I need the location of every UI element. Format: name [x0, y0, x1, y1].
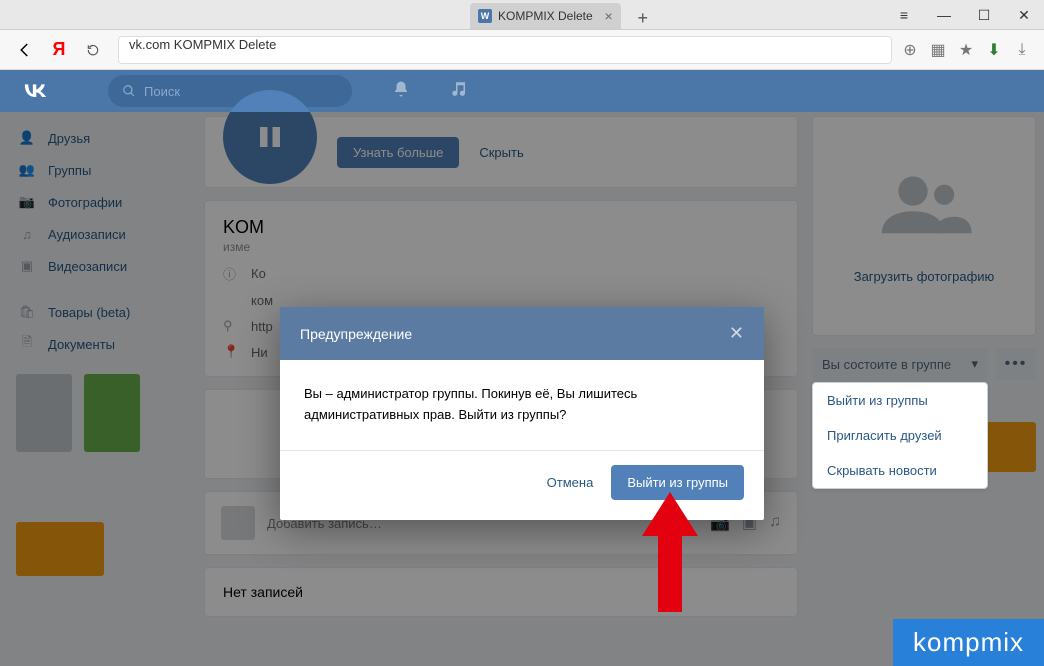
globe-icon[interactable]: ⊕: [900, 40, 920, 60]
bookmark-icon[interactable]: ★: [956, 40, 976, 60]
modal-title: Предупреждение: [300, 326, 412, 342]
close-tab-icon[interactable]: ×: [605, 8, 613, 24]
annotation-arrow: [640, 492, 700, 617]
shield-icon[interactable]: ▦: [928, 40, 948, 60]
content-area: 👤Друзья 👥Группы 📷Фотографии ♫Аудиозаписи…: [0, 112, 1044, 666]
close-window-button[interactable]: ✕: [1004, 0, 1044, 30]
browser-tab[interactable]: W KOMPMIX Delete ×: [470, 3, 621, 29]
minimize-button[interactable]: —: [924, 0, 964, 30]
confirmation-modal: Предупреждение ✕ Вы – администратор груп…: [280, 307, 764, 520]
vk-header: Поиск: [0, 70, 1044, 112]
new-tab-button[interactable]: +: [629, 8, 657, 29]
reload-button[interactable]: [76, 33, 110, 67]
cancel-button[interactable]: Отмена: [529, 467, 612, 498]
bell-icon[interactable]: [392, 80, 410, 103]
menu-invite-friends[interactable]: Пригласить друзей: [813, 418, 987, 453]
url-display[interactable]: vk.com KOMPMIX Delete: [118, 36, 892, 64]
menu-hide-news[interactable]: Скрывать новости: [813, 453, 987, 488]
favicon: W: [478, 9, 492, 23]
menu-icon[interactable]: ≡: [884, 0, 924, 30]
music-icon[interactable]: [450, 80, 468, 103]
search-icon: [122, 84, 136, 98]
browser-tab-bar: W KOMPMIX Delete × + ≡ — ☐ ✕: [0, 0, 1044, 30]
modal-header: Предупреждение ✕: [280, 307, 764, 360]
address-bar: Я vk.com KOMPMIX Delete ⊕ ▦ ★ ⬇ ⤓: [0, 30, 1044, 70]
watermark: kompmix: [893, 619, 1044, 666]
back-button[interactable]: [8, 33, 42, 67]
modal-body: Вы – администратор группы. Покинув её, В…: [280, 360, 764, 450]
membership-menu: Выйти из группы Пригласить друзей Скрыва…: [812, 382, 988, 489]
vk-logo[interactable]: [20, 81, 48, 102]
yandex-home-button[interactable]: Я: [42, 33, 76, 67]
download-arrow-icon[interactable]: ⬇: [984, 40, 1004, 60]
url-text: vk.com KOMPMIX Delete: [129, 37, 276, 52]
maximize-button[interactable]: ☐: [964, 0, 1004, 30]
search-box[interactable]: Поиск: [108, 75, 352, 107]
downloads-icon[interactable]: ⤓: [1012, 40, 1032, 60]
search-placeholder: Поиск: [144, 84, 180, 99]
tab-title: KOMPMIX Delete: [498, 9, 593, 23]
close-modal-icon[interactable]: ✕: [729, 323, 744, 344]
menu-leave-group[interactable]: Выйти из группы: [813, 383, 987, 418]
